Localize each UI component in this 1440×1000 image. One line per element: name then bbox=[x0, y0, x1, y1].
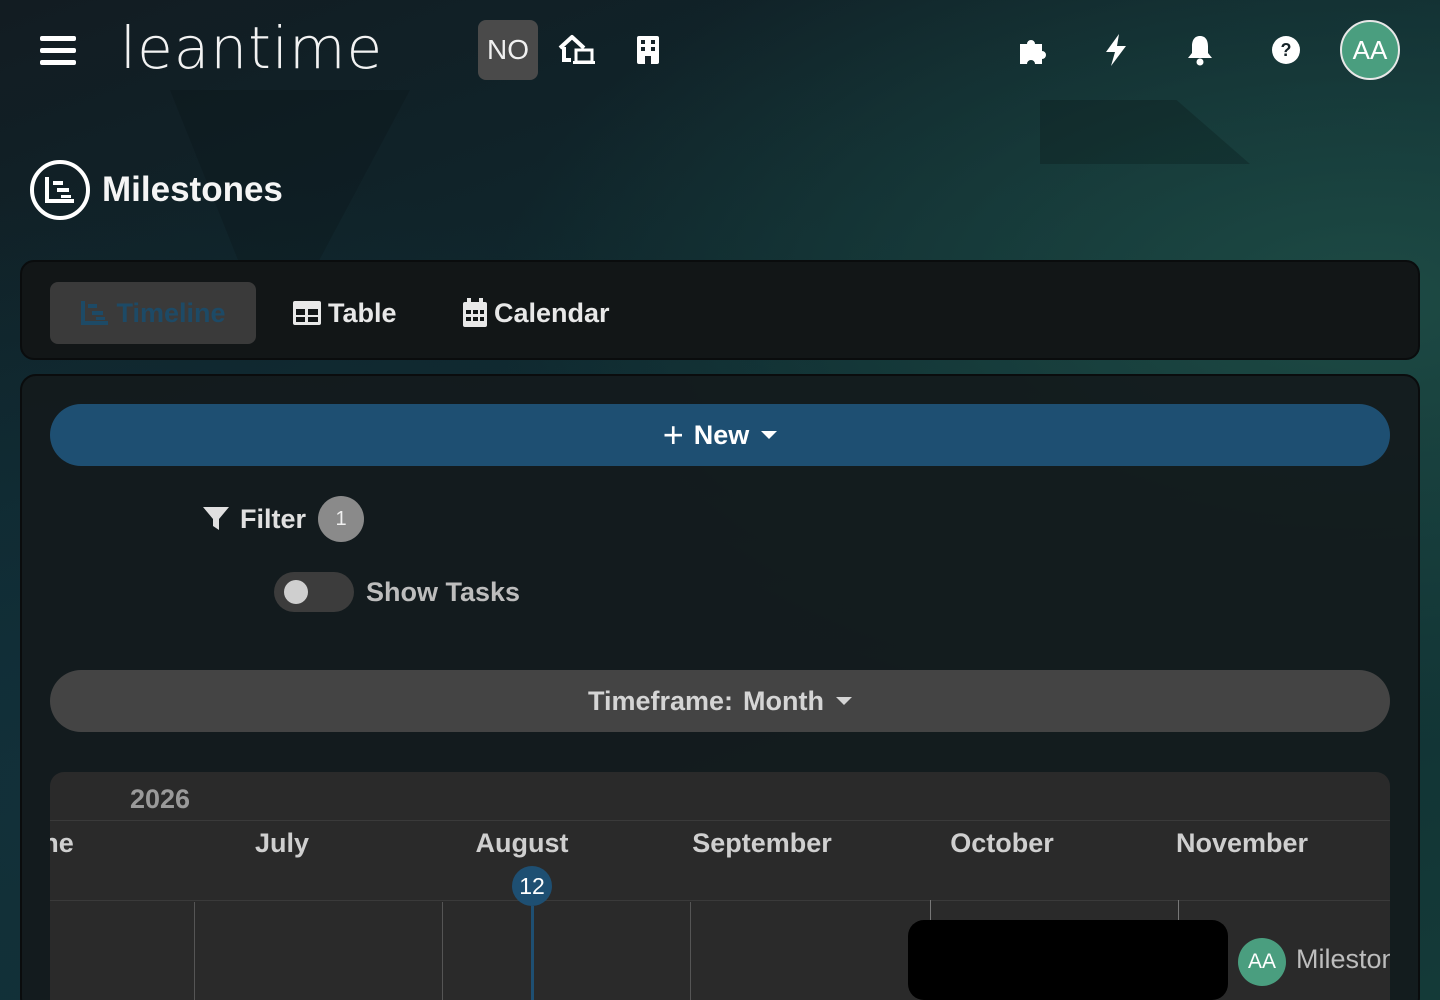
month-label: July bbox=[254, 828, 310, 858]
project-badge[interactable]: NO bbox=[478, 20, 538, 80]
month-label: ne bbox=[50, 828, 74, 858]
table-icon bbox=[293, 301, 321, 325]
tab-label: Calendar bbox=[494, 297, 610, 328]
tab-timeline[interactable]: Timeline bbox=[50, 282, 256, 344]
tab-label: Table bbox=[328, 297, 397, 328]
chevron-down-icon bbox=[761, 431, 778, 439]
background-shape bbox=[1040, 100, 1250, 164]
filter-count-badge: 1 bbox=[318, 496, 365, 542]
menu-icon[interactable] bbox=[40, 36, 76, 66]
grid-tick bbox=[930, 900, 931, 920]
milestone-bar[interactable] bbox=[908, 920, 1228, 1000]
filter-label: Filter bbox=[240, 503, 307, 534]
timeline-icon bbox=[30, 160, 90, 220]
page-title: Milestones bbox=[102, 170, 283, 209]
today-line bbox=[531, 906, 534, 1000]
month-label: October bbox=[950, 828, 1054, 858]
grid-line bbox=[442, 902, 443, 1000]
tab-calendar[interactable]: Calendar bbox=[462, 282, 610, 344]
grid-line bbox=[194, 902, 195, 1000]
toggle-knob bbox=[284, 580, 308, 604]
home-icon[interactable] bbox=[556, 30, 596, 70]
view-tabs: Timeline Table Calendar bbox=[20, 260, 1420, 360]
show-tasks-toggle[interactable] bbox=[274, 572, 354, 612]
show-tasks-row: Show Tasks bbox=[274, 572, 520, 612]
filter-button[interactable]: Filter 1 bbox=[202, 496, 365, 542]
month-label: August bbox=[475, 828, 569, 858]
new-button-label: New bbox=[693, 419, 750, 450]
new-milestone-button[interactable]: + New bbox=[50, 404, 1390, 466]
plus-icon: + bbox=[662, 414, 684, 455]
month-label: November bbox=[1175, 828, 1309, 858]
timeframe-dropdown[interactable]: Timeframe: Month bbox=[50, 670, 1390, 732]
divider bbox=[50, 900, 1390, 901]
milestones-panel: + New Filter 1 Show Tasks Timeframe: Mon… bbox=[20, 374, 1420, 1000]
avatar: AA bbox=[1238, 938, 1286, 986]
milestone-label[interactable]: Milestone bbox=[1296, 944, 1390, 975]
tab-label: Timeline bbox=[116, 297, 226, 328]
timeline-icon bbox=[81, 301, 109, 325]
divider bbox=[50, 820, 1390, 821]
timeframe-value: Month bbox=[743, 685, 825, 716]
top-header: leantime NO ? AA bbox=[0, 0, 1440, 100]
leantime-logo[interactable]: leantime bbox=[120, 14, 383, 82]
bolt-icon[interactable] bbox=[1096, 30, 1136, 70]
help-icon[interactable]: ? bbox=[1266, 30, 1306, 70]
puzzle-icon[interactable] bbox=[1012, 30, 1052, 70]
gantt-chart: 2026 ne July August September October No… bbox=[50, 772, 1390, 1000]
filter-icon bbox=[203, 507, 229, 530]
bell-icon[interactable] bbox=[1180, 30, 1220, 70]
calendar-icon bbox=[463, 298, 487, 327]
month-label: September bbox=[692, 828, 832, 858]
page-header: Milestones bbox=[30, 160, 283, 220]
timeframe-label: Timeframe: bbox=[587, 685, 734, 716]
show-tasks-label: Show Tasks bbox=[366, 576, 521, 607]
gantt-year: 2026 bbox=[130, 784, 191, 814]
svg-text:?: ? bbox=[1281, 40, 1292, 60]
building-icon[interactable] bbox=[628, 30, 668, 70]
today-badge: 12 bbox=[512, 866, 552, 906]
user-avatar[interactable]: AA bbox=[1340, 20, 1400, 80]
grid-line bbox=[690, 902, 691, 1000]
tab-table[interactable]: Table bbox=[292, 282, 397, 344]
chevron-down-icon bbox=[836, 697, 853, 705]
grid-tick bbox=[1178, 900, 1179, 920]
